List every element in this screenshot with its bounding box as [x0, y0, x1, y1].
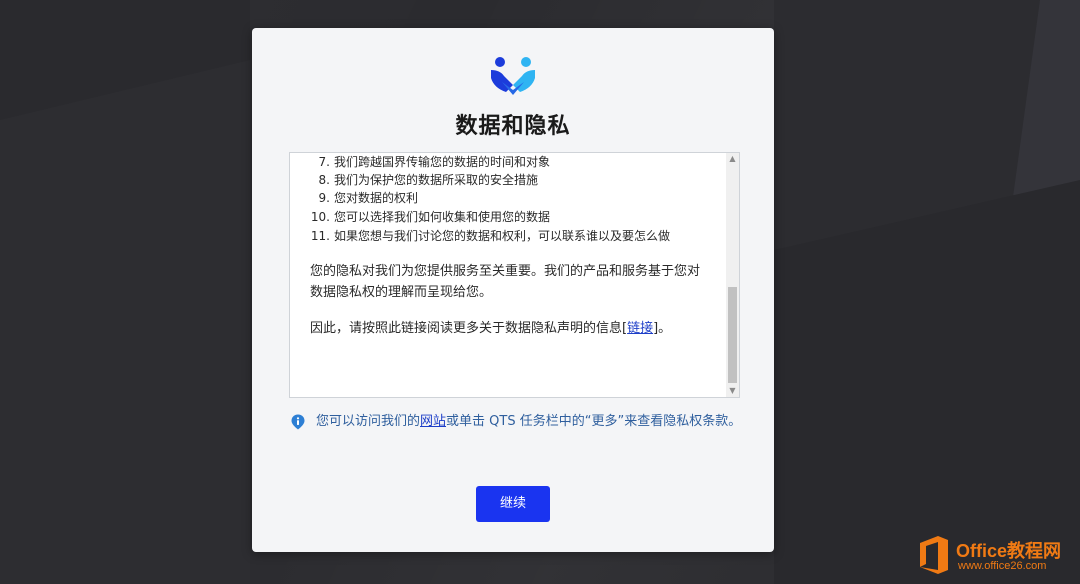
- handshake-people-icon: [491, 57, 535, 95]
- dialog-title: 数据和隐私: [455, 114, 571, 139]
- watermark-url: www.office26.com: [958, 560, 1047, 572]
- continue-button[interactable]: 继续: [476, 486, 550, 522]
- list-item: 10. 您可以选择我们如何收集和使用您的数据: [310, 210, 551, 224]
- arrow-up-icon[interactable]: ▲: [726, 153, 739, 165]
- privacy-dialog: 数据和隐私 7. 我们跨越国界传输您的数据的时间和对象 8. 我们为保护您的数据所采…: [252, 28, 774, 552]
- scrollbar[interactable]: ▲ ▼: [726, 153, 739, 397]
- info-message: 您可以访问我们的网站或单击 QTS 任务栏中的“更多”来查看隐私权条款。: [316, 414, 742, 429]
- list-item: 9. 您对数据的权利: [318, 191, 419, 205]
- privacy-link-paragraph: 因此，请按照此链接阅读更多关于数据隐私声明的信息[链接]。: [310, 321, 672, 336]
- privacy-paragraph: 您的隐私对我们为您提供服务至关重要。我们的产品和服务基于您对数据隐私权的理解而呈…: [310, 264, 701, 300]
- website-link[interactable]: 网站: [420, 414, 446, 429]
- privacy-text-box[interactable]: 7. 我们跨越国界传输您的数据的时间和对象 8. 我们为保护您的数据所采取的安全措施…: [289, 152, 740, 398]
- privacy-statement-link[interactable]: 链接: [627, 321, 653, 336]
- list-item: 7. 我们跨越国界传输您的数据的时间和对象: [318, 155, 551, 169]
- arrow-down-icon[interactable]: ▼: [726, 385, 739, 397]
- list-item: 11. 如果您想与我们讨论您的数据和权利，可以联系谁以及要怎么做: [310, 229, 671, 243]
- scrollbar-thumb[interactable]: [728, 287, 737, 383]
- watermark: Office教程网 www.office26.com: [916, 533, 1076, 579]
- list-item: 8. 我们为保护您的数据所采取的安全措施: [318, 173, 539, 187]
- office-logo-icon: [920, 536, 948, 574]
- location-pin-info-icon: [291, 414, 305, 430]
